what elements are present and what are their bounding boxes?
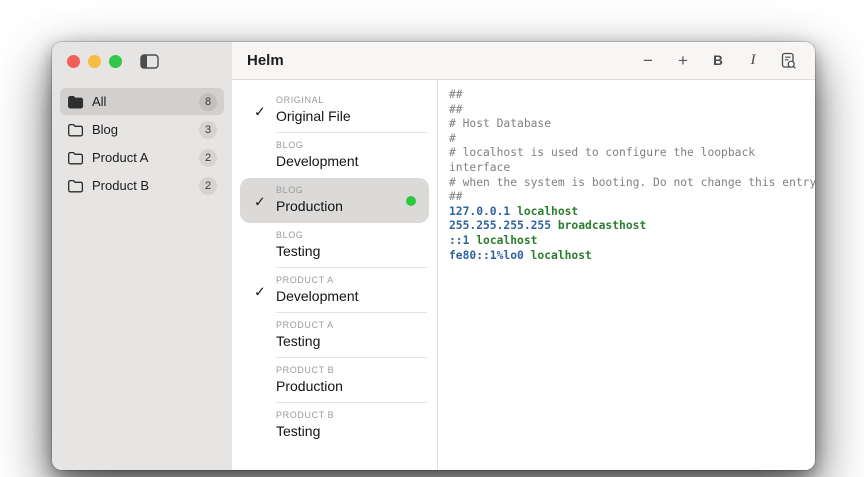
profile-texts: PRODUCT B Production — [276, 364, 405, 396]
folder-label: Product A — [92, 150, 149, 165]
folder-count-badge: 8 — [199, 92, 217, 111]
profile-title: Testing — [276, 333, 321, 349]
code-line: 255.255.255.255 broadcasthost — [449, 219, 647, 233]
check-icon: ✓ — [254, 103, 266, 120]
profile-title: Development — [276, 153, 359, 169]
code-line: fe80::1%lo0 localhost — [449, 248, 592, 262]
code-line: ## — [449, 88, 463, 101]
hosts-editor[interactable]: ## ## # Host Database # # localhost is used … — [438, 80, 815, 470]
profile-category: PRODUCT A — [276, 275, 334, 285]
app-window: All 8 Blog 3 Product A 2 Product B 2 Hel… — [52, 42, 815, 470]
folder-count-badge: 2 — [199, 148, 217, 167]
sidebar: All 8 Blog 3 Product A 2 Product B 2 — [52, 42, 232, 470]
profile-title: Testing — [276, 243, 321, 259]
zoom-button[interactable] — [109, 54, 122, 68]
profile-title: Original File — [276, 108, 351, 124]
code-line: 127.0.0.1 localhost — [449, 204, 579, 218]
window-title: Helm — [247, 52, 284, 69]
increase-font-button[interactable]: + — [670, 49, 696, 73]
code-line: # localhost is used to configure the loo… — [449, 146, 756, 160]
profile-row[interactable]: ✓ BLOG Development — [240, 133, 429, 178]
folder-icon — [67, 122, 85, 137]
sidebar-folder-item[interactable]: All 8 — [60, 88, 224, 115]
profile-title: Production — [276, 378, 343, 394]
active-status-dot — [406, 195, 416, 206]
code-line: # Host Database — [449, 117, 552, 131]
profile-category: PRODUCT B — [276, 365, 335, 375]
code-line: # — [449, 131, 456, 145]
profile-category: PRODUCT B — [276, 410, 335, 420]
sidebar-folder-item[interactable]: Blog 3 — [60, 116, 224, 143]
sidebar-folder-item[interactable]: Product A 2 — [60, 144, 224, 171]
profile-row[interactable]: ✓ PRODUCT A Development — [240, 268, 429, 313]
toolbar: − + B I — [635, 49, 801, 73]
profile-title: Development — [276, 288, 359, 304]
folder-count-badge: 2 — [199, 176, 217, 195]
profile-title: Production — [276, 198, 343, 214]
folder-icon — [67, 94, 85, 109]
profile-category: BLOG — [276, 185, 304, 195]
profile-texts: BLOG Testing — [276, 229, 405, 261]
profile-row[interactable]: ✓ PRODUCT B Production — [240, 358, 429, 403]
profile-title: Testing — [276, 423, 321, 439]
toggle-sidebar-button[interactable] — [140, 53, 159, 69]
code-line: interface — [449, 160, 511, 174]
profile-row[interactable]: ✓ PRODUCT B Testing — [240, 403, 429, 448]
folder-count-badge: 3 — [199, 120, 217, 139]
editor-content: ## ## # Host Database # # localhost is used … — [449, 88, 815, 263]
check-icon: ✓ — [254, 283, 266, 300]
content-panels: ✓ ORIGINAL Original File ✓ BLOG Developm… — [232, 80, 815, 470]
code-line: ## — [449, 190, 463, 204]
check-icon: ✓ — [254, 193, 266, 210]
profile-texts: PRODUCT A Development — [276, 274, 405, 306]
folder-list: All 8 Blog 3 Product A 2 Product B 2 — [52, 80, 232, 200]
profile-row[interactable]: ✓ PRODUCT A Testing — [240, 313, 429, 358]
profile-texts: BLOG Development — [276, 139, 405, 171]
code-line: ::1 localhost — [449, 233, 538, 247]
folder-label: All — [92, 94, 107, 109]
profile-row[interactable]: ✓ BLOG Production — [240, 178, 429, 223]
code-line: ## — [449, 102, 463, 116]
folder-label: Product B — [92, 178, 150, 193]
window-controls — [52, 42, 232, 80]
sidebar-toggle-icon — [140, 53, 159, 69]
profile-category: PRODUCT A — [276, 320, 334, 330]
folder-label: Blog — [92, 122, 119, 137]
close-button[interactable] — [67, 54, 80, 68]
code-line: # when the system is booting. Do not cha… — [449, 175, 815, 189]
main-area: Helm − + B I ✓ ORIGINAL Original File BL… — [232, 42, 815, 470]
profile-category: BLOG — [276, 140, 304, 150]
profile-texts: PRODUCT B Testing — [276, 409, 405, 441]
decrease-font-button[interactable]: − — [635, 49, 661, 73]
profile-category: BLOG — [276, 230, 304, 240]
folder-icon — [67, 178, 85, 193]
profile-texts: BLOG Production — [276, 184, 405, 216]
profile-category: ORIGINAL — [276, 95, 324, 105]
preview-search-button[interactable] — [775, 49, 801, 73]
profile-texts: PRODUCT A Testing — [276, 319, 405, 351]
profile-texts: ORIGINAL Original File — [276, 94, 405, 126]
italic-button[interactable]: I — [740, 49, 766, 73]
document-search-icon — [781, 52, 796, 69]
profile-row[interactable]: ✓ ORIGINAL Original File — [240, 88, 429, 133]
titlebar: Helm − + B I — [232, 42, 815, 80]
profile-list: ✓ ORIGINAL Original File ✓ BLOG Developm… — [232, 80, 438, 470]
bold-button[interactable]: B — [705, 49, 731, 73]
folder-icon — [67, 150, 85, 165]
profile-row[interactable]: ✓ BLOG Testing — [240, 223, 429, 268]
minimize-button[interactable] — [88, 54, 101, 68]
sidebar-folder-item[interactable]: Product B 2 — [60, 172, 224, 199]
desktop-background: All 8 Blog 3 Product A 2 Product B 2 Hel… — [0, 0, 864, 477]
